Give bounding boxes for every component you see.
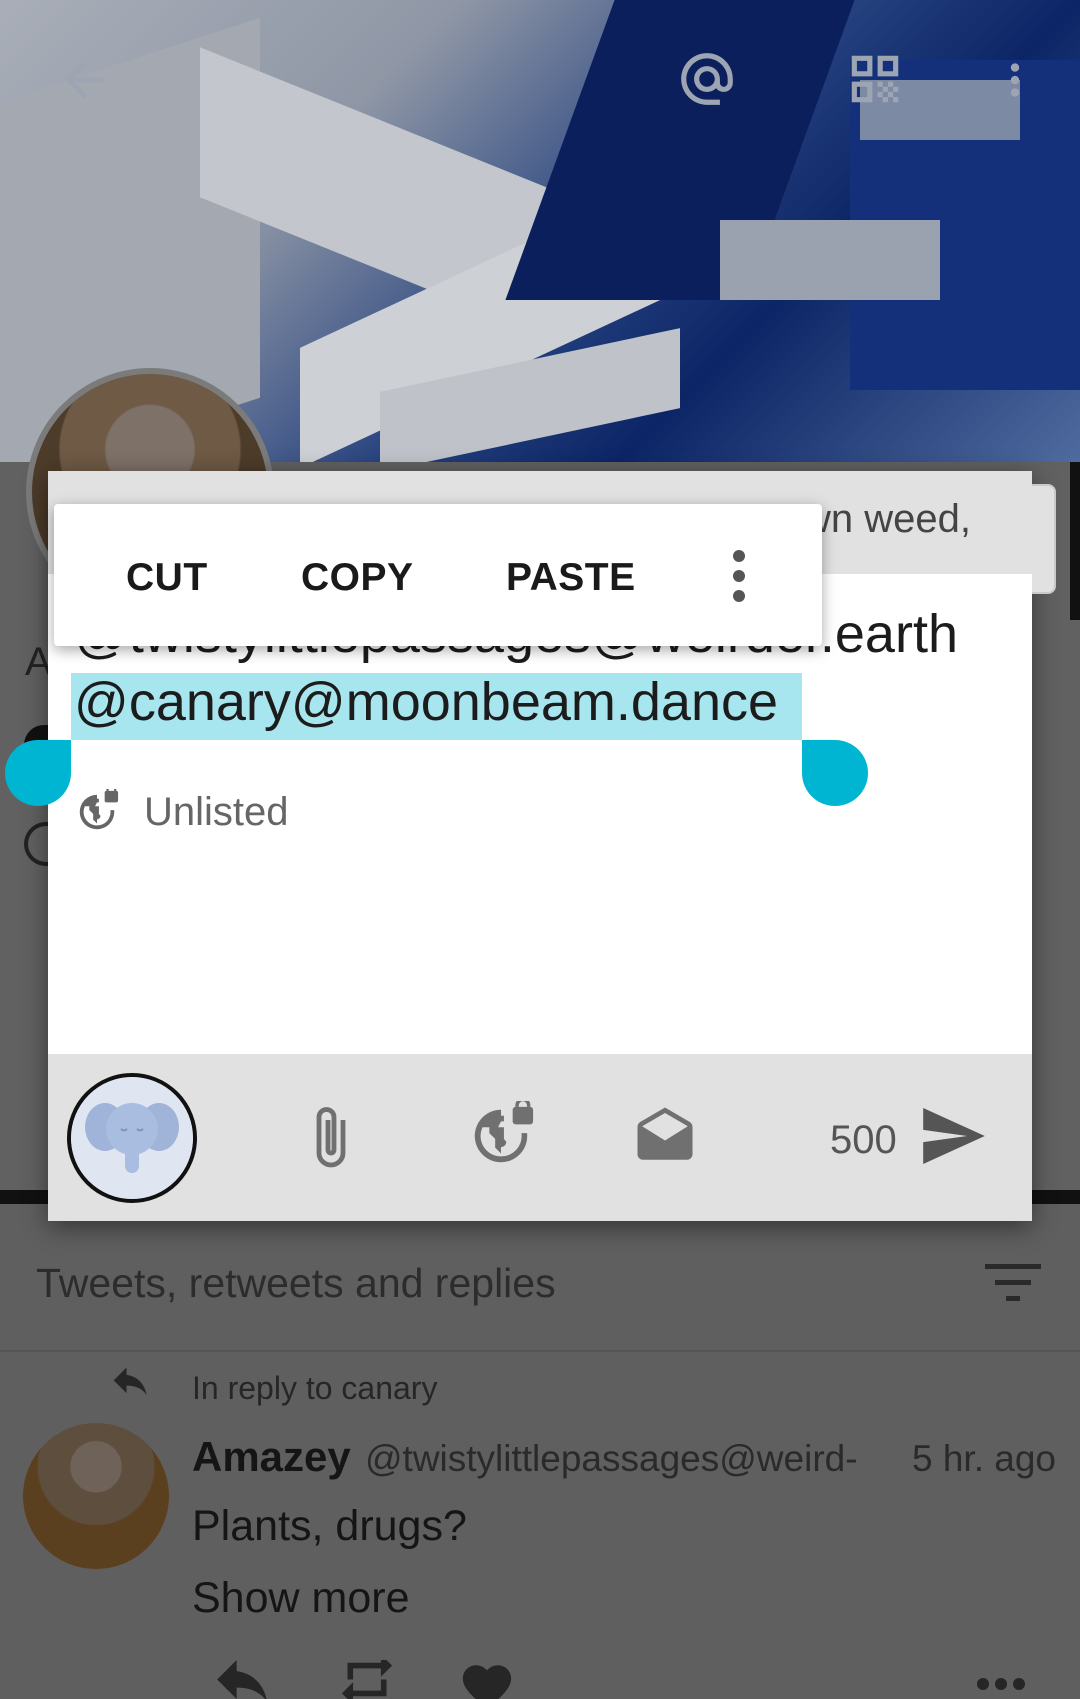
- timeline-filter-label[interactable]: Tweets, retweets and replies: [36, 1260, 556, 1307]
- mastodon-elephant-icon: [71, 1077, 193, 1199]
- at-sign-icon[interactable]: [676, 48, 738, 110]
- arrow-back-icon[interactable]: [56, 52, 112, 108]
- visibility-unlisted-icon: [79, 789, 119, 830]
- visibility-label: Unlisted: [144, 790, 289, 834]
- filter-icon[interactable]: [985, 1262, 1041, 1304]
- app-screen: A Tweets, retweets and replies In reply …: [0, 0, 1080, 1699]
- cut-button[interactable]: CUT: [126, 556, 208, 600]
- reply-icon[interactable]: [210, 1660, 280, 1699]
- qr-code-icon[interactable]: [844, 48, 906, 110]
- content-warning-edge: [1032, 484, 1056, 594]
- visibility-selector-icon[interactable]: [466, 1101, 536, 1171]
- more-options-icon[interactable]: [729, 548, 749, 604]
- favourite-icon[interactable]: [458, 1658, 516, 1699]
- status-more-icon[interactable]: [975, 1676, 1027, 1692]
- selection-handle-end[interactable]: [802, 740, 868, 806]
- selection-handle-start[interactable]: [5, 740, 71, 806]
- text-selection-menu: CUT COPY PASTE: [54, 504, 822, 646]
- drafts-icon[interactable]: [632, 1104, 698, 1166]
- reply-context-text[interactable]: In reply to canary: [192, 1370, 437, 1407]
- character-counter: 500: [830, 1118, 897, 1162]
- more-vert-icon[interactable]: [990, 52, 1040, 108]
- boost-icon[interactable]: [332, 1660, 402, 1699]
- status-handle[interactable]: @twistylittlepassages@weird-: [365, 1438, 858, 1480]
- status-avatar[interactable]: [23, 1423, 169, 1569]
- account-switcher-avatar[interactable]: [67, 1073, 197, 1203]
- compose-text-selected[interactable]: @canary@moonbeam.dance: [74, 671, 778, 733]
- scroll-edge: [1070, 462, 1080, 620]
- status-time: 5 hr. ago: [912, 1438, 1057, 1479]
- reply-context-icon: [113, 1367, 147, 1395]
- send-icon[interactable]: [920, 1108, 988, 1164]
- show-more-link[interactable]: Show more: [192, 1574, 409, 1623]
- paste-button[interactable]: PASTE: [506, 556, 636, 600]
- status-display-name[interactable]: Amazey: [192, 1433, 351, 1481]
- attach-icon[interactable]: [306, 1102, 356, 1174]
- copy-button[interactable]: COPY: [301, 556, 414, 600]
- status-body: Plants, drugs?: [192, 1502, 467, 1550]
- content-warning-text[interactable]: wn weed,: [802, 497, 971, 542]
